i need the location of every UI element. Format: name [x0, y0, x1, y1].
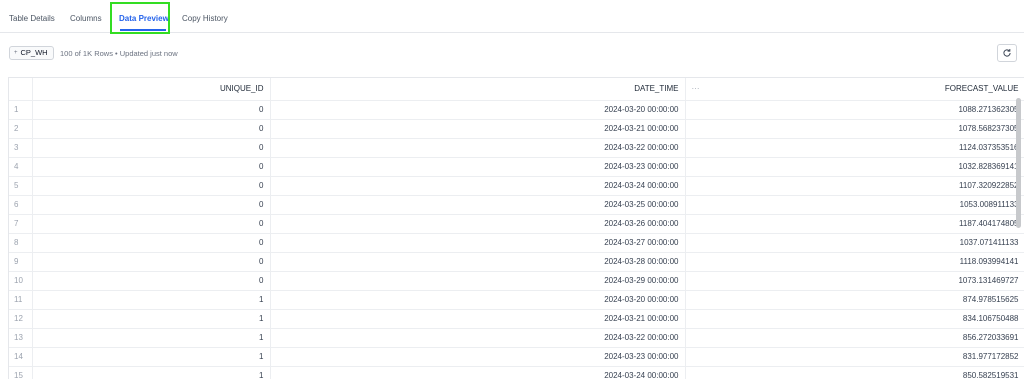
rows-info: 100 of 1K Rows • Updated just now [60, 49, 178, 58]
date-time-cell: 2024-03-21 00:00:00 [270, 119, 686, 139]
row-number: 14 [9, 347, 33, 367]
date-time-cell: 2024-03-29 00:00:00 [270, 271, 686, 291]
tab-table-details[interactable]: Table Details [9, 14, 55, 23]
table-row[interactable]: 3 0 2024-03-22 00:00:00 1124.037353516 [9, 138, 1024, 158]
preview-toolbar: + CP_WH 100 of 1K Rows • Updated just no… [0, 33, 1024, 73]
date-time-cell: 2024-03-26 00:00:00 [270, 214, 686, 234]
row-number: 1 [9, 100, 33, 120]
table-row[interactable]: 9 0 2024-03-28 00:00:00 1118.093994141 [9, 252, 1024, 272]
unique-id-cell: 0 [32, 157, 271, 177]
row-number: 7 [9, 214, 33, 234]
table-header-row: UNIQUE_ID DATE_TIME ··· FORECAST_VALUE [9, 78, 1024, 101]
row-number: 13 [9, 328, 33, 348]
forecast-value-cell: 1032.828369141 [685, 157, 1024, 177]
row-number: 4 [9, 157, 33, 177]
date-time-cell: 2024-03-25 00:00:00 [270, 195, 686, 215]
table-row[interactable]: 2 0 2024-03-21 00:00:00 1078.568237305 [9, 119, 1024, 139]
unique-id-cell: 1 [32, 347, 271, 367]
date-time-cell: 2024-03-24 00:00:00 [270, 176, 686, 196]
forecast-value-cell: 1078.568237305 [685, 119, 1024, 139]
unique-id-cell: 0 [32, 233, 271, 253]
date-time-cell: 2024-03-20 00:00:00 [270, 100, 686, 120]
unique-id-cell: 0 [32, 252, 271, 272]
forecast-value-cell: 1088.271362305 [685, 100, 1024, 120]
date-time-cell: 2024-03-27 00:00:00 [270, 233, 686, 253]
date-time-cell: 2024-03-22 00:00:00 [270, 328, 686, 348]
forecast-value-cell: 1073.131469727 [685, 271, 1024, 291]
row-number: 6 [9, 195, 33, 215]
row-number: 5 [9, 176, 33, 196]
table-row[interactable]: 11 1 2024-03-20 00:00:00 874.978515625 [9, 290, 1024, 310]
column-header-date-time[interactable]: DATE_TIME [270, 78, 686, 101]
table-row[interactable]: 10 0 2024-03-29 00:00:00 1073.131469727 [9, 271, 1024, 291]
warehouse-icon: + [14, 50, 18, 56]
unique-id-cell: 0 [32, 214, 271, 234]
tab-columns[interactable]: Columns [70, 14, 102, 23]
date-time-cell: 2024-03-22 00:00:00 [270, 138, 686, 158]
tab-bar: Table Details Columns Data Preview Copy … [0, 0, 1024, 34]
unique-id-cell: 1 [32, 366, 271, 379]
table-row[interactable]: 5 0 2024-03-24 00:00:00 1107.320922852 [9, 176, 1024, 196]
row-number: 3 [9, 138, 33, 158]
tab-data-preview[interactable]: Data Preview [119, 14, 169, 23]
forecast-value-cell: 834.106750488 [685, 309, 1024, 329]
vertical-scrollbar[interactable] [1016, 98, 1021, 228]
data-preview-table: UNIQUE_ID DATE_TIME ··· FORECAST_VALUE 10… [8, 77, 1024, 379]
table-row[interactable]: 7 0 2024-03-26 00:00:00 1187.404174805 [9, 214, 1024, 234]
date-time-cell: 2024-03-23 00:00:00 [270, 347, 686, 367]
table-row[interactable]: 8 0 2024-03-27 00:00:00 1037.071411133 [9, 233, 1024, 253]
date-time-cell: 2024-03-20 00:00:00 [270, 290, 686, 310]
forecast-value-cell: 831.977172852 [685, 347, 1024, 367]
date-time-cell: 2024-03-23 00:00:00 [270, 157, 686, 177]
forecast-value-cell: 856.272033691 [685, 328, 1024, 348]
row-number: 15 [9, 366, 33, 379]
row-number-header [9, 78, 33, 101]
refresh-button[interactable] [997, 44, 1017, 62]
forecast-value-cell: 1053.008911133 [685, 195, 1024, 215]
column-header-forecast-value[interactable]: ··· FORECAST_VALUE [685, 78, 1024, 101]
table-row[interactable]: 4 0 2024-03-23 00:00:00 1032.828369141 [9, 157, 1024, 177]
unique-id-cell: 1 [32, 328, 271, 348]
warehouse-selector[interactable]: + CP_WH [9, 46, 54, 60]
tab-copy-history[interactable]: Copy History [182, 14, 228, 23]
warehouse-label: CP_WH [20, 48, 48, 57]
forecast-value-cell: 874.978515625 [685, 290, 1024, 310]
unique-id-cell: 0 [32, 271, 271, 291]
date-time-cell: 2024-03-24 00:00:00 [270, 366, 686, 379]
table-row[interactable]: 14 1 2024-03-23 00:00:00 831.977172852 [9, 347, 1024, 367]
unique-id-cell: 0 [32, 195, 271, 215]
row-number: 2 [9, 119, 33, 139]
row-number: 8 [9, 233, 33, 253]
column-header-unique-id[interactable]: UNIQUE_ID [32, 78, 271, 101]
table-row[interactable]: 1 0 2024-03-20 00:00:00 1088.271362305 [9, 100, 1024, 120]
date-time-cell: 2024-03-21 00:00:00 [270, 309, 686, 329]
unique-id-cell: 0 [32, 138, 271, 158]
unique-id-cell: 0 [32, 119, 271, 139]
column-menu-icon[interactable]: ··· [692, 84, 700, 93]
column-header-forecast-value-label: FORECAST_VALUE [944, 84, 1019, 94]
active-tab-indicator [120, 29, 166, 31]
unique-id-cell: 0 [32, 100, 271, 120]
table-row[interactable]: 15 1 2024-03-24 00:00:00 850.582519531 [9, 366, 1024, 379]
unique-id-cell: 0 [32, 176, 271, 196]
table-row[interactable]: 12 1 2024-03-21 00:00:00 834.106750488 [9, 309, 1024, 329]
unique-id-cell: 1 [32, 290, 271, 310]
forecast-value-cell: 1118.093994141 [685, 252, 1024, 272]
row-number: 12 [9, 309, 33, 329]
row-number: 11 [9, 290, 33, 310]
forecast-value-cell: 1124.037353516 [685, 138, 1024, 158]
refresh-icon [1003, 48, 1011, 57]
table-row[interactable]: 6 0 2024-03-25 00:00:00 1053.008911133 [9, 195, 1024, 215]
row-number: 9 [9, 252, 33, 272]
row-number: 10 [9, 271, 33, 291]
unique-id-cell: 1 [32, 309, 271, 329]
forecast-value-cell: 1187.404174805 [685, 214, 1024, 234]
forecast-value-cell: 1107.320922852 [685, 176, 1024, 196]
forecast-value-cell: 850.582519531 [685, 366, 1024, 379]
forecast-value-cell: 1037.071411133 [685, 233, 1024, 253]
table-row[interactable]: 13 1 2024-03-22 00:00:00 856.272033691 [9, 328, 1024, 348]
date-time-cell: 2024-03-28 00:00:00 [270, 252, 686, 272]
